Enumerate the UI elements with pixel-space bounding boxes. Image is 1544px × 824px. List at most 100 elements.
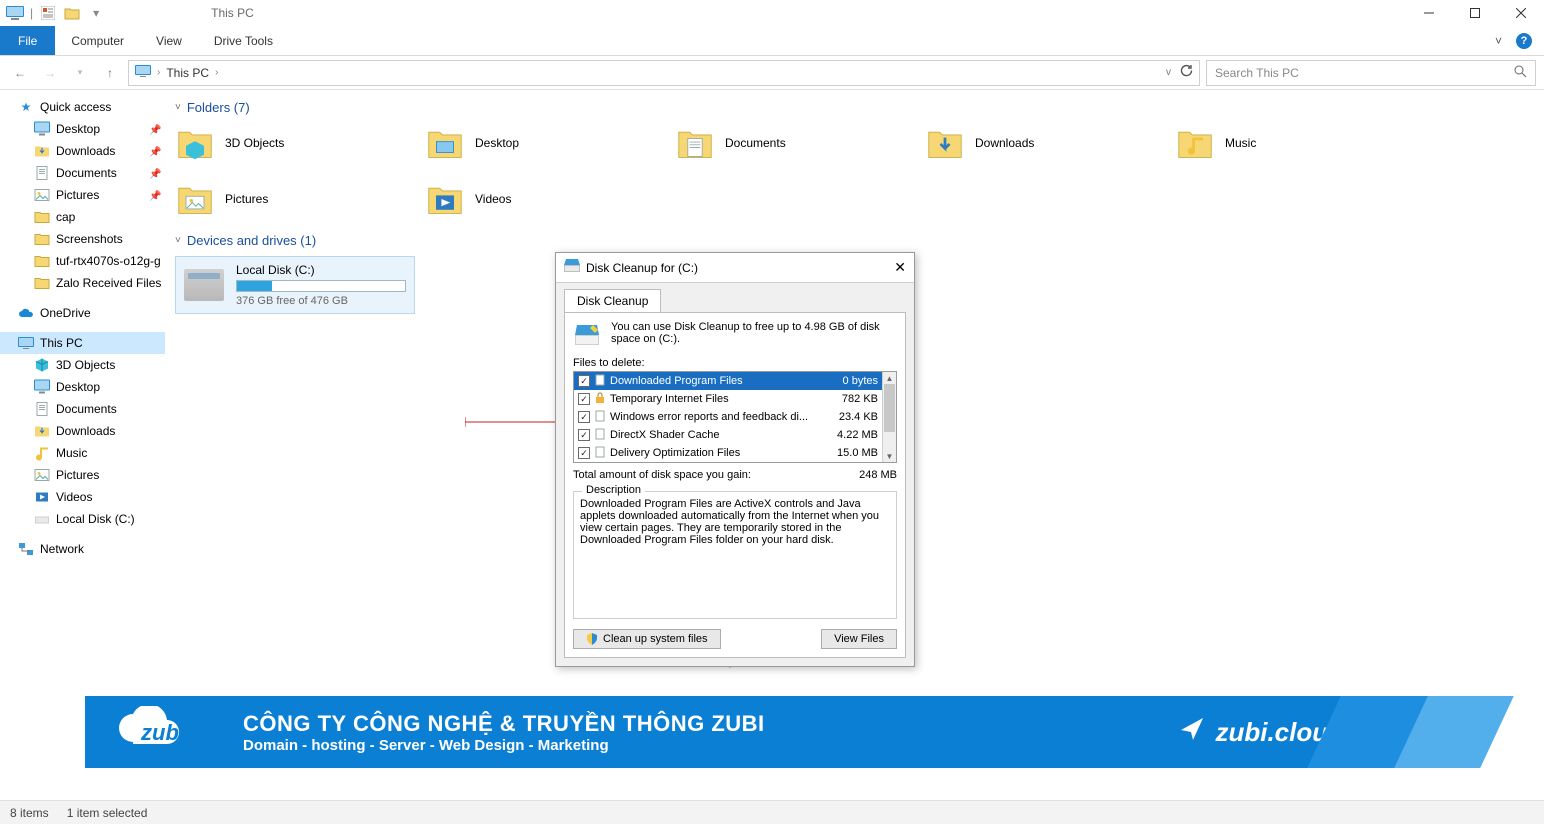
sidebar-item-downloads[interactable]: Downloads	[0, 420, 165, 442]
group-folders[interactable]: ˅ Folders (7)	[175, 100, 1534, 115]
file-icon	[594, 428, 606, 443]
checkbox[interactable]: ✓	[578, 393, 590, 405]
help-icon[interactable]: ?	[1516, 33, 1532, 49]
up-button[interactable]: ↑	[98, 61, 122, 85]
checkbox[interactable]: ✓	[578, 447, 590, 459]
quick-access-toolbar: | ▾	[0, 4, 111, 22]
close-icon[interactable]: ✕	[894, 259, 906, 276]
folder-music[interactable]: Music	[1175, 123, 1425, 163]
sidebar-item-desktop[interactable]: Desktop	[0, 376, 165, 398]
sidebar-item-label: Pictures	[56, 188, 99, 202]
sidebar-this-pc[interactable]: This PC	[0, 332, 165, 354]
sidebar-item-documents[interactable]: Documents📌	[0, 162, 165, 184]
search-input[interactable]: Search This PC	[1206, 60, 1536, 86]
sidebar-item-downloads[interactable]: Downloads📌	[0, 140, 165, 162]
folder-icon	[425, 123, 465, 163]
drive-local-disk-c[interactable]: Local Disk (C:) 376 GB free of 476 GB	[175, 256, 415, 314]
search-icon	[1513, 64, 1527, 81]
view-files-button[interactable]: View Files	[821, 629, 897, 649]
folder-videos[interactable]: Videos	[425, 179, 675, 219]
sidebar-item-local-disk-c-[interactable]: Local Disk (C:)	[0, 508, 165, 530]
ribbon-expand-icon[interactable]: ˅	[1495, 34, 1502, 48]
sidebar-network[interactable]: Network	[0, 538, 165, 560]
tab-view[interactable]: View	[140, 26, 198, 55]
drive-capacity-bar	[236, 280, 406, 292]
tab-file[interactable]: File	[0, 26, 55, 55]
sidebar-onedrive[interactable]: OneDrive	[0, 302, 165, 324]
folder-icon	[925, 123, 965, 163]
folder-icon	[675, 123, 715, 163]
scrollbar[interactable]: ▲ ▼	[882, 372, 896, 462]
folder-icon	[34, 209, 50, 225]
file-row[interactable]: ✓Delivery Optimization Files15.0 MB	[574, 444, 896, 462]
chevron-right-icon[interactable]: ›	[157, 67, 160, 78]
folder-icon	[1175, 123, 1215, 163]
drive-free-text: 376 GB free of 476 GB	[236, 295, 406, 307]
banner-subheading: Domain - hosting - Server - Web Design -…	[243, 737, 765, 754]
folder-label: Pictures	[225, 192, 268, 206]
sidebar-item-documents[interactable]: Documents	[0, 398, 165, 420]
folder-downloads[interactable]: Downloads	[925, 123, 1175, 163]
new-folder-icon[interactable]	[63, 4, 81, 22]
file-row[interactable]: ✓Downloaded Program Files0 bytes	[574, 372, 896, 390]
close-button[interactable]	[1498, 0, 1544, 26]
sidebar-item-pictures[interactable]: Pictures📌	[0, 184, 165, 206]
sidebar-item-zalo-received-files[interactable]: Zalo Received Files	[0, 272, 165, 294]
sidebar-item-cap[interactable]: cap	[0, 206, 165, 228]
refresh-icon[interactable]	[1179, 64, 1193, 81]
banner-decoration	[1324, 696, 1544, 768]
folder-icon	[34, 275, 50, 291]
address-dropdown-icon[interactable]: v	[1166, 67, 1171, 78]
sidebar-item-desktop[interactable]: Desktop📌	[0, 118, 165, 140]
sidebar-item-label: Desktop	[56, 122, 100, 136]
sidebar-item-label: Documents	[56, 166, 117, 180]
maximize-button[interactable]	[1452, 0, 1498, 26]
folder-pictures[interactable]: Pictures	[175, 179, 425, 219]
minimize-button[interactable]	[1406, 0, 1452, 26]
group-drives[interactable]: ˅ Devices and drives (1)	[175, 233, 1534, 248]
sidebar-item-videos[interactable]: Videos	[0, 486, 165, 508]
sidebar-item-label: Documents	[56, 402, 117, 416]
dialog-title: Disk Cleanup for (C:)	[586, 261, 698, 275]
chevron-right-icon[interactable]: ›	[215, 67, 218, 78]
title-bar: | ▾ Manage This PC	[0, 0, 1544, 26]
recent-dropdown[interactable]: ▾	[68, 61, 92, 85]
folder-documents[interactable]: Documents	[675, 123, 925, 163]
file-row[interactable]: ✓DirectX Shader Cache4.22 MB	[574, 426, 896, 444]
sidebar-item-screenshots[interactable]: Screenshots	[0, 228, 165, 250]
pin-icon: 📌	[149, 147, 157, 155]
folder-desktop[interactable]: Desktop	[425, 123, 675, 163]
files-list[interactable]: ✓Downloaded Program Files0 bytes✓Tempora…	[573, 371, 897, 463]
breadcrumb-this-pc[interactable]: This PC	[166, 66, 209, 80]
sidebar-item-3d-objects[interactable]: 3D Objects	[0, 354, 165, 376]
clean-system-files-button[interactable]: Clean up system files	[573, 629, 721, 649]
checkbox[interactable]: ✓	[578, 411, 590, 423]
scroll-up-icon[interactable]: ▲	[883, 372, 896, 384]
sidebar-item-tuf-rtx4070s-o12g-g[interactable]: tuf-rtx4070s-o12g-g	[0, 250, 165, 272]
folder-icon	[175, 179, 215, 219]
checkbox[interactable]: ✓	[578, 429, 590, 441]
file-row[interactable]: ✓Temporary Internet Files782 KB	[574, 390, 896, 408]
tab-computer[interactable]: Computer	[55, 26, 140, 55]
back-button[interactable]: ←	[8, 61, 32, 85]
tab-disk-cleanup[interactable]: Disk Cleanup	[564, 289, 661, 312]
sidebar-quick-access[interactable]: ★ Quick access	[0, 96, 165, 118]
folder-icon	[425, 179, 465, 219]
folder-3d-objects[interactable]: 3D Objects	[175, 123, 425, 163]
qat-dropdown-icon[interactable]: ▾	[87, 4, 105, 22]
address-bar[interactable]: › This PC › v	[128, 60, 1200, 86]
scroll-thumb[interactable]	[884, 384, 895, 432]
tab-drive-tools[interactable]: Drive Tools	[198, 26, 289, 55]
file-icon	[594, 446, 606, 461]
drive-label: Local Disk (C:)	[236, 263, 406, 277]
scroll-down-icon[interactable]: ▼	[883, 450, 896, 462]
folder-label: Downloads	[975, 136, 1034, 150]
sidebar-item-label: Pictures	[56, 468, 99, 482]
forward-button[interactable]: →	[38, 61, 62, 85]
checkbox[interactable]: ✓	[578, 375, 590, 387]
dialog-title-bar[interactable]: Disk Cleanup for (C:) ✕	[556, 253, 914, 283]
properties-icon[interactable]	[39, 4, 57, 22]
sidebar-item-pictures[interactable]: Pictures	[0, 464, 165, 486]
file-row[interactable]: ✓Windows error reports and feedback di..…	[574, 408, 896, 426]
sidebar-item-music[interactable]: Music	[0, 442, 165, 464]
